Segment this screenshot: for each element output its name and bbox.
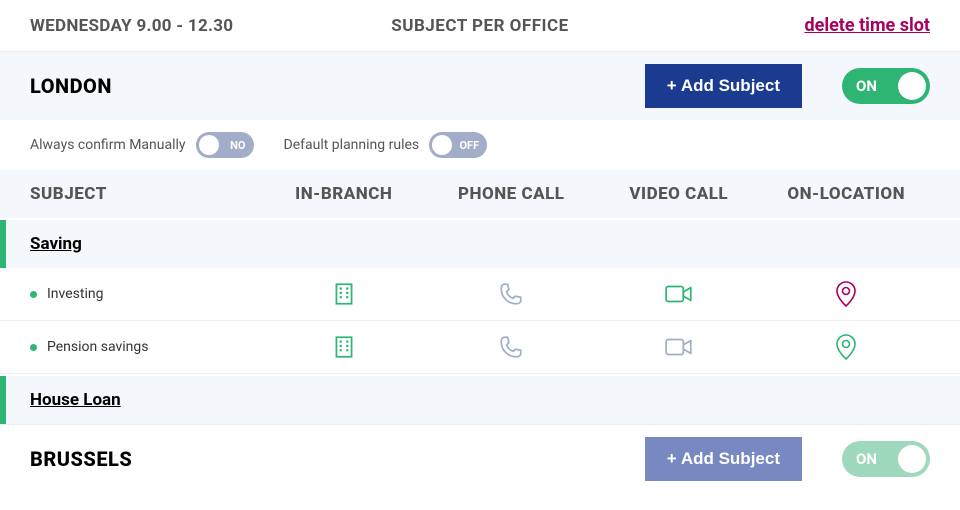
building-icon [331, 334, 357, 360]
col-phone-call: PHONE CALL [428, 184, 596, 204]
setting-label: Always confirm Manually [30, 137, 186, 153]
office-row-brussels: BRUSSELS + Add Subject ON [0, 424, 960, 493]
toggle-on-label: ON [856, 450, 877, 468]
office-enabled-toggle[interactable]: ON [842, 441, 930, 477]
cell-in-branch[interactable] [260, 334, 428, 360]
add-subject-button[interactable]: + Add Subject [645, 64, 802, 108]
group-title: House Loan [30, 390, 121, 410]
setting-confirm-manually: Always confirm Manually NO [30, 132, 254, 158]
cell-video-call[interactable] [595, 334, 763, 360]
office-enabled-toggle[interactable]: ON [842, 68, 930, 104]
cell-phone-call[interactable] [428, 334, 596, 360]
toggle-knob [432, 135, 452, 155]
toggle-knob [199, 135, 219, 155]
location-pin-icon [834, 333, 858, 361]
cell-phone-call[interactable] [428, 281, 596, 307]
page-title: SUBJECT PER OFFICE [330, 16, 630, 36]
cell-on-location[interactable] [763, 333, 931, 361]
video-icon [664, 281, 694, 307]
subject-name: Pension savings [47, 339, 148, 355]
setting-label: Default planning rules [284, 137, 420, 153]
office-row-london: LONDON + Add Subject ON [0, 52, 960, 120]
page-header: WEDNESDAY 9.00 - 12.30 SUBJECT PER OFFIC… [0, 0, 960, 52]
video-icon [664, 334, 694, 360]
office-name: LONDON [30, 74, 645, 98]
status-dot [30, 344, 37, 351]
timeslot-label: WEDNESDAY 9.00 - 12.30 [30, 16, 330, 36]
table-row: Investing [0, 268, 960, 321]
col-video-call: VIDEO CALL [595, 184, 763, 204]
table-row: Pension savings [0, 321, 960, 374]
toggle-value-label: NO [230, 139, 245, 152]
col-on-location: ON-LOCATION [763, 184, 931, 204]
cell-video-call[interactable] [595, 281, 763, 307]
subject-group-header[interactable]: Saving [0, 220, 960, 268]
add-subject-button[interactable]: + Add Subject [645, 437, 802, 481]
cell-in-branch[interactable] [260, 281, 428, 307]
default-planning-toggle[interactable]: OFF [429, 132, 487, 158]
office-name: BRUSSELS [30, 447, 645, 471]
group-title: Saving [30, 234, 82, 254]
confirm-manually-toggle[interactable]: NO [196, 132, 254, 158]
toggle-knob [898, 72, 926, 100]
toggle-value-label: OFF [459, 139, 479, 152]
status-dot [30, 291, 37, 298]
subject-name: Investing [47, 286, 103, 302]
toggle-knob [898, 445, 926, 473]
toggle-on-label: ON [856, 77, 877, 95]
setting-default-planning: Default planning rules OFF [284, 132, 488, 158]
subject-group-header[interactable]: House Loan [0, 376, 960, 424]
phone-icon [498, 281, 524, 307]
delete-timeslot-link[interactable]: delete time slot [804, 15, 930, 36]
phone-icon [498, 334, 524, 360]
col-subject: SUBJECT [30, 184, 260, 204]
building-icon [331, 281, 357, 307]
cell-on-location[interactable] [763, 280, 931, 308]
col-in-branch: IN-BRANCH [260, 184, 428, 204]
office-settings-row: Always confirm Manually NO Default plann… [0, 120, 960, 170]
table-columns-header: SUBJECT IN-BRANCH PHONE CALL VIDEO CALL … [0, 170, 960, 218]
location-pin-icon [834, 280, 858, 308]
